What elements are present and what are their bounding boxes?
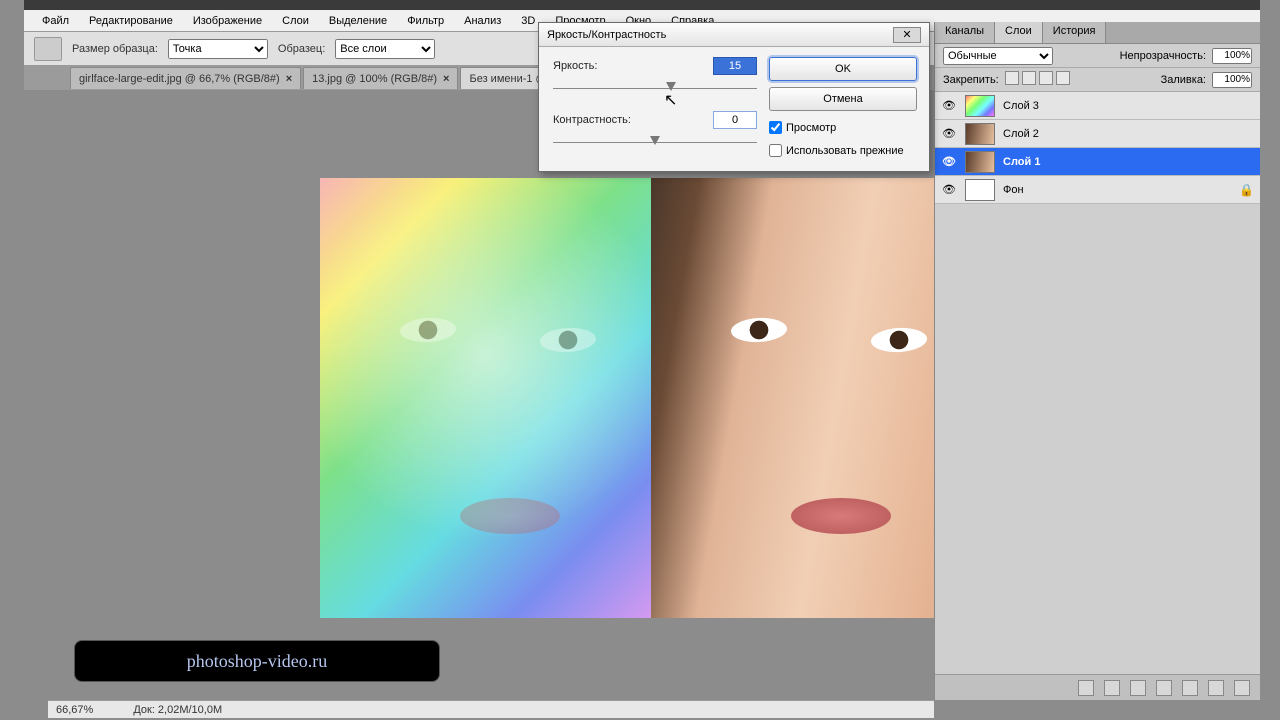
cancel-button[interactable]: Отмена [769,87,917,111]
link-layers-icon[interactable] [1078,680,1094,696]
close-tab-icon[interactable]: × [286,73,292,85]
adjustment-icon[interactable] [1156,680,1172,696]
group-icon[interactable] [1182,680,1198,696]
document-canvas[interactable] [320,178,934,618]
lock-label: Закрепить: [943,74,999,86]
sample-size-label: Размер образца: [72,43,158,55]
contrast-input[interactable] [713,111,757,129]
panel-tab[interactable]: Каналы [935,22,995,43]
sample-scope-label: Образец: [278,43,325,55]
visibility-icon[interactable] [941,182,957,198]
zoom-level[interactable]: 66,67% [56,704,93,716]
layer-name[interactable]: Слой 3 [1003,100,1039,112]
trash-icon[interactable] [1234,680,1250,696]
menu-item[interactable]: Редактирование [79,15,183,27]
visibility-icon[interactable] [941,126,957,142]
fx-icon[interactable] [1104,680,1120,696]
status-bar: 66,67% Док: 2,02M/10,0M [48,700,934,718]
brightness-contrast-dialog: Яркость/Контрастность ✕ Яркость: Контрас… [538,22,930,172]
brightness-input[interactable] [713,57,757,75]
menu-item[interactable]: Слои [272,15,319,27]
brightness-slider[interactable] [553,83,757,95]
fill-input[interactable] [1212,72,1252,88]
layer-thumbnail[interactable] [965,123,995,145]
sample-scope-select[interactable]: Все слои [335,39,435,59]
menu-item[interactable]: Анализ [454,15,511,27]
document-tab[interactable]: 13.jpg @ 100% (RGB/8#)× [303,67,458,89]
doc-size: Док: 2,02M/10,0M [133,704,222,716]
layer-row[interactable]: Фон 🔒 [935,176,1260,204]
right-panels: КаналыСлоиИстория Обычные Непрозрачность… [934,22,1260,700]
close-icon[interactable]: ✕ [893,27,921,43]
opacity-label: Непрозрачность: [1120,50,1206,62]
document-tab[interactable]: girlface-large-edit.jpg @ 66,7% (RGB/8#)… [70,67,301,89]
new-layer-icon[interactable] [1208,680,1224,696]
watermark-overlay: photoshop-video.ru [74,640,440,682]
layer-thumbnail[interactable] [965,95,995,117]
lock-icons[interactable] [1005,71,1073,88]
fill-label: Заливка: [1161,74,1206,86]
layer-row[interactable]: Слой 1 [935,148,1260,176]
layer-row[interactable]: Слой 2 [935,120,1260,148]
layer-name[interactable]: Слой 2 [1003,128,1039,140]
menu-item[interactable]: Фильтр [397,15,454,27]
ok-button[interactable]: OK [769,57,917,81]
layer-name[interactable]: Слой 1 [1003,156,1040,168]
menu-item[interactable]: Файл [32,15,79,27]
panel-tabs: КаналыСлоиИстория [935,22,1260,44]
close-tab-icon[interactable]: × [443,73,449,85]
layer-thumbnail[interactable] [965,179,995,201]
mask-icon[interactable] [1130,680,1146,696]
menu-item[interactable]: Выделение [319,15,397,27]
sample-size-select[interactable]: Точка [168,39,268,59]
panel-tab[interactable]: История [1043,22,1107,43]
layers-list: Слой 3 Слой 2 Слой 1 Фон 🔒 [935,92,1260,204]
blend-mode-select[interactable]: Обычные [943,47,1053,65]
brightness-label: Яркость: [553,60,597,72]
preview-checkbox[interactable]: Просмотр [769,121,917,134]
legacy-checkbox[interactable]: Использовать прежние [769,144,917,157]
canvas-area[interactable]: photoshop-video.ru [24,90,934,700]
contrast-slider[interactable] [553,137,757,149]
menu-item[interactable]: Изображение [183,15,272,27]
opacity-input[interactable] [1212,48,1252,64]
lock-icon: 🔒 [1239,183,1254,197]
layers-footer [935,674,1260,700]
visibility-icon[interactable] [941,154,957,170]
contrast-label: Контрастность: [553,114,631,126]
layer-row[interactable]: Слой 3 [935,92,1260,120]
panel-tab[interactable]: Слои [995,22,1043,43]
dialog-title: Яркость/Контрастность [547,29,666,41]
visibility-icon[interactable] [941,98,957,114]
layer-thumbnail[interactable] [965,151,995,173]
current-tool-icon[interactable] [34,37,62,61]
layer-name[interactable]: Фон [1003,184,1024,196]
